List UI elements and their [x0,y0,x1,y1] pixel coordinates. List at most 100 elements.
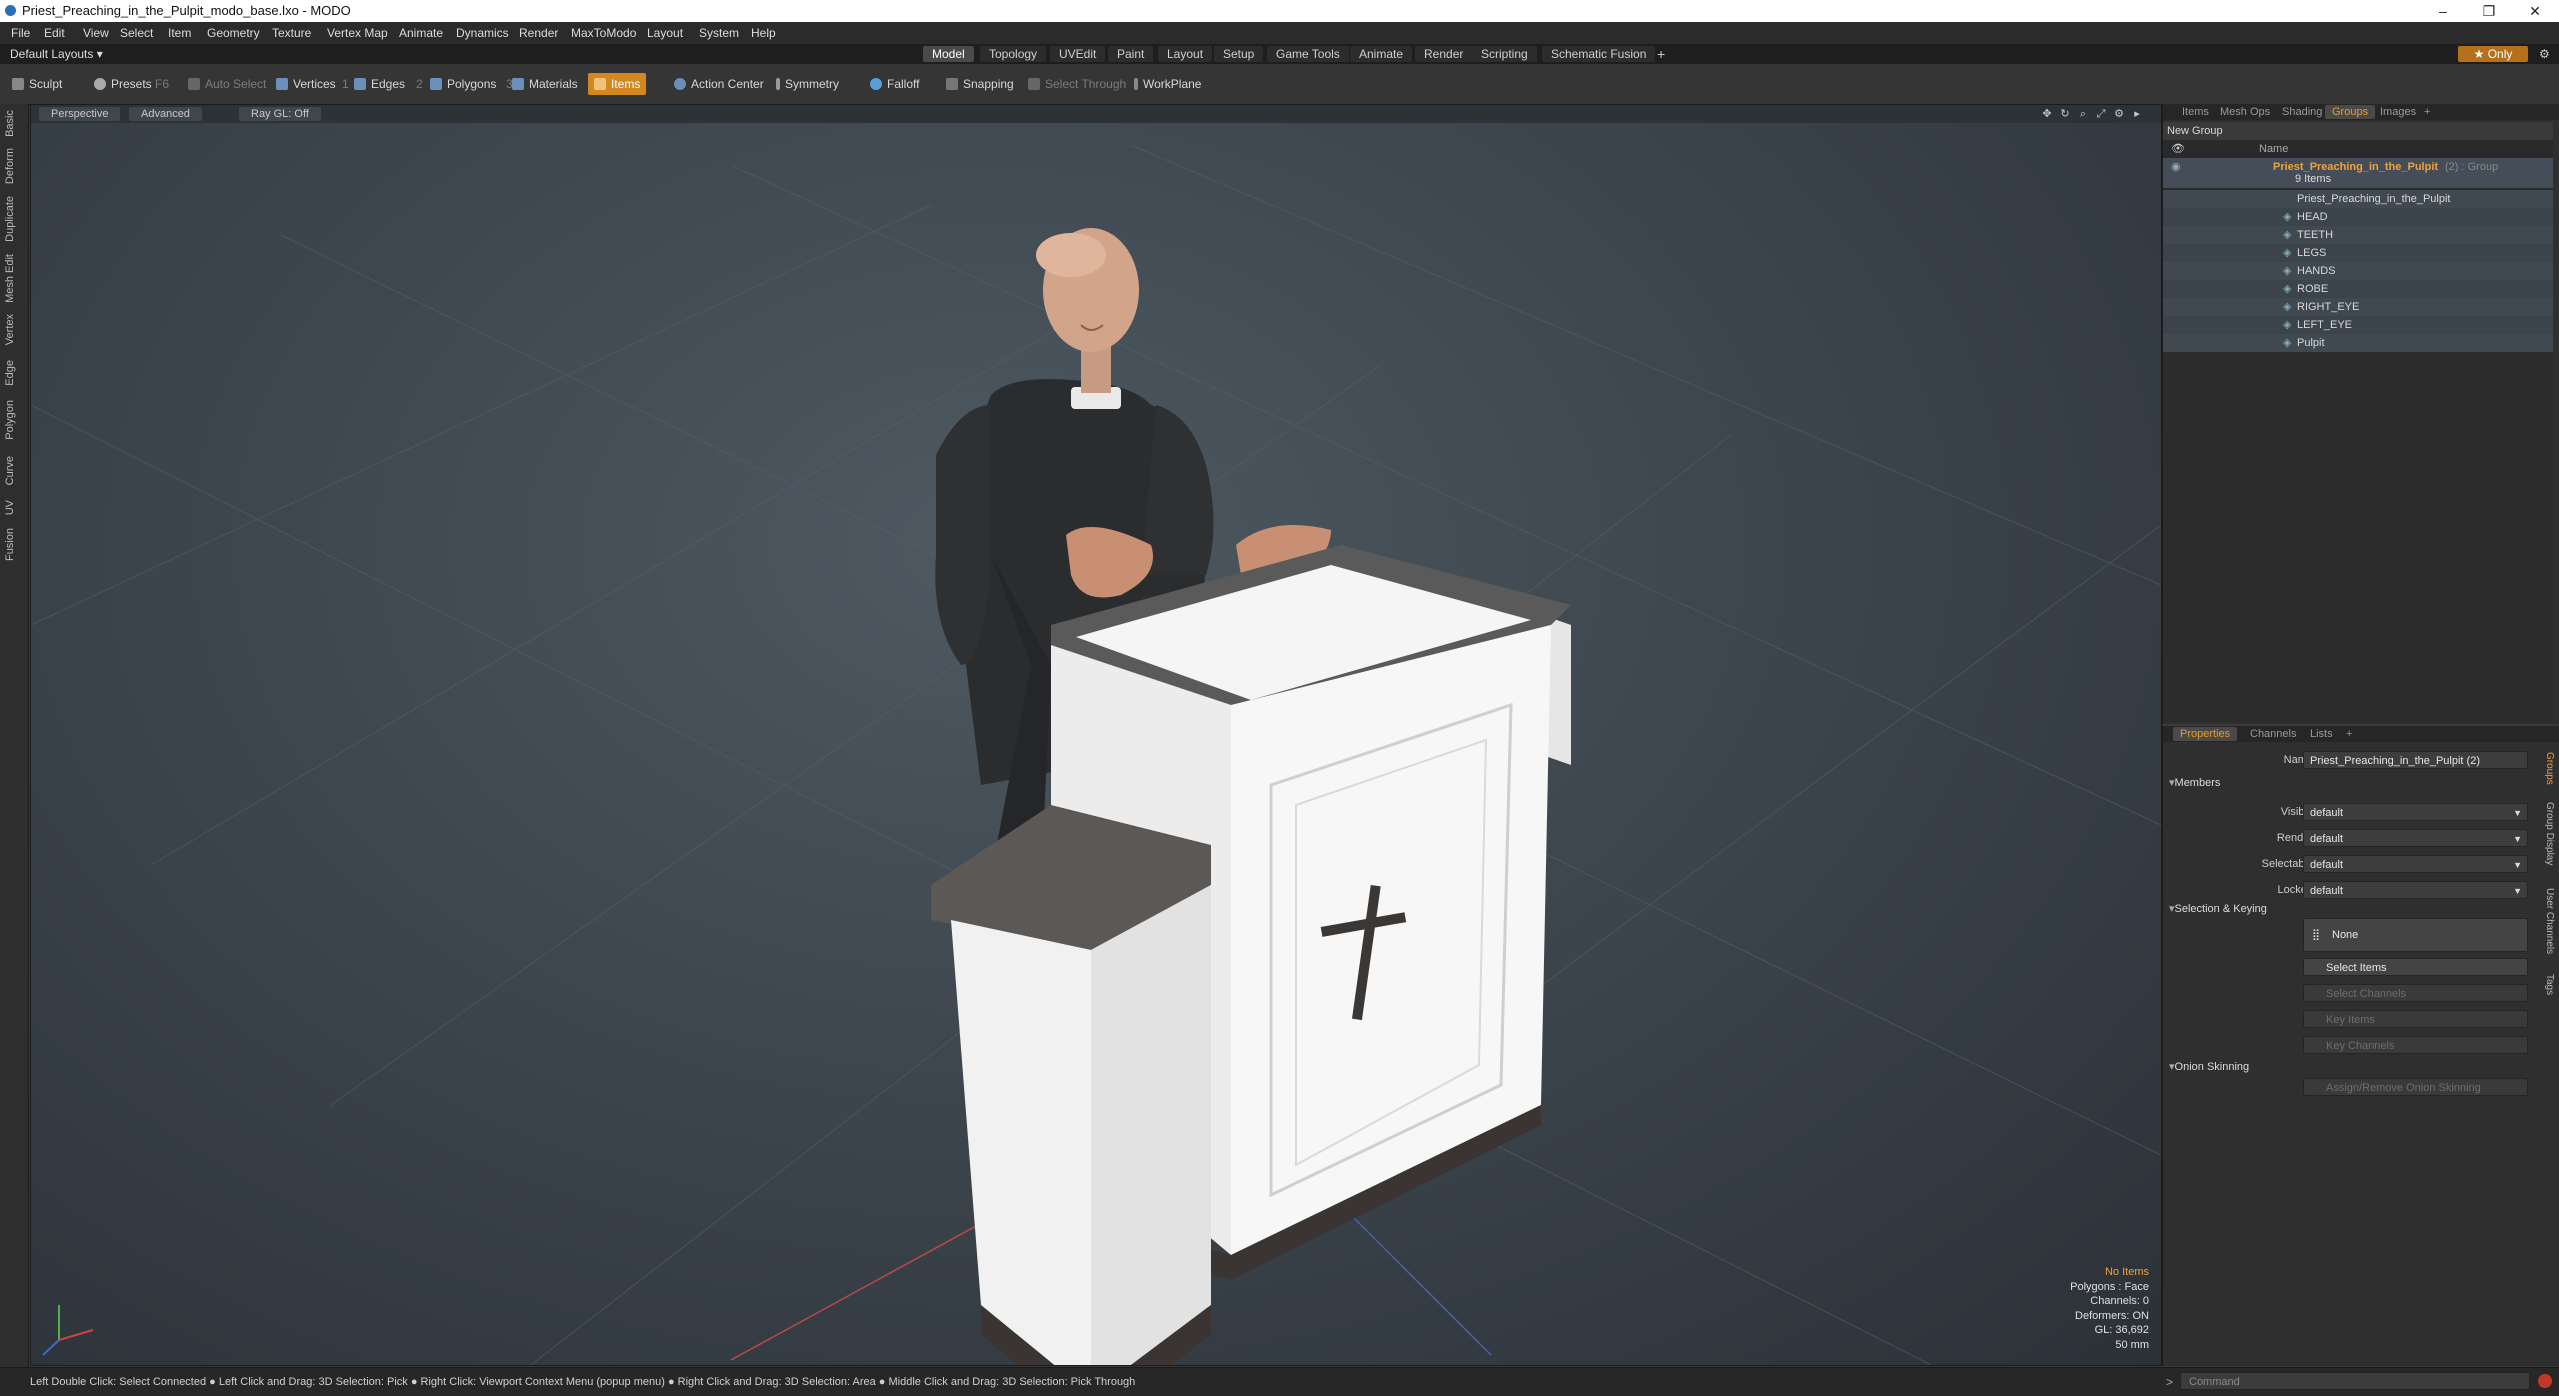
add-tab-button[interactable]: + [1648,46,1674,62]
symmetry-button[interactable]: Symmetry [770,73,845,95]
none-button[interactable]: ⣿ None [2303,918,2528,952]
list-item[interactable]: Priest_Preaching_in_the_Pulpit [2163,190,2553,208]
menu-edit[interactable]: Edit [44,26,65,40]
list-item[interactable]: ◈ LEFT_EYE [2163,316,2553,334]
menu-view[interactable]: View [83,26,109,40]
add-properties-tab[interactable]: + [2339,727,2359,741]
name-field[interactable]: Priest_Preaching_in_the_Pulpit (2) [2303,751,2528,769]
minimize-button[interactable]: – [2420,0,2466,22]
tab-channels[interactable]: Channels [2243,727,2303,741]
select-items-button[interactable]: Select Items [2303,958,2528,976]
tab-schematic-fusion[interactable]: Schematic Fusion [1542,46,1656,62]
3d-viewport[interactable]: Perspective Advanced Ray GL: Off ✥ ↻ ⌕ ⤢… [30,104,2162,1366]
vertices-button[interactable]: Vertices [270,73,342,95]
menu-select[interactable]: Select [120,26,153,40]
tab-duplicate[interactable]: Duplicate [4,196,16,242]
tab-mesh-edit[interactable]: Mesh Edit [4,254,16,303]
select-channels-button[interactable]: Select Channels [2303,984,2528,1002]
sculpt-button[interactable]: Sculpt [6,73,68,95]
selection-keying-section[interactable]: Selection & Keying [2169,902,2267,915]
tab-game-tools[interactable]: Game Tools [1267,46,1349,62]
menu-maxtomodo[interactable]: MaxToModo [571,26,636,40]
key-channels-button[interactable]: Key Channels [2303,1036,2528,1054]
tab-items[interactable]: Items [2175,105,2216,119]
list-item[interactable]: ◈ LEGS [2163,244,2553,262]
polygons-button[interactable]: Polygons [424,73,502,95]
edges-button[interactable]: Edges [348,73,411,95]
selectable-dropdown[interactable]: default ▼ [2303,855,2528,873]
tab-vertex[interactable]: Vertex [4,314,16,345]
list-item[interactable]: ◈ Pulpit [2163,334,2553,352]
menu-layout[interactable]: Layout [647,26,683,40]
tab-curve[interactable]: Curve [4,456,16,485]
materials-button[interactable]: Materials [506,73,584,95]
tab-polygon[interactable]: Polygon [4,400,16,440]
tab-layout[interactable]: Layout [1158,46,1213,62]
tab-uvedit[interactable]: UVEdit [1050,46,1106,62]
onion-skinning-button[interactable]: Assign/Remove Onion Skinning [2303,1078,2528,1096]
tab-shading[interactable]: Shading [2275,105,2329,119]
select-through-button[interactable]: Select Through [1022,73,1132,95]
tab-lists[interactable]: Lists [2303,727,2340,741]
menu-geometry[interactable]: Geometry [207,26,260,40]
list-item[interactable]: ◈ HEAD [2163,208,2553,226]
command-input[interactable]: Command [2180,1372,2530,1390]
menu-animate[interactable]: Animate [399,26,443,40]
auto-select-button[interactable]: Auto Select [182,73,272,95]
snapping-button[interactable]: Snapping [940,73,1020,95]
menu-render[interactable]: Render [519,26,558,40]
side-tab-user-channels[interactable]: User Channels [2544,888,2555,954]
tab-edge[interactable]: Edge [4,360,16,386]
list-item[interactable]: ◈ ROBE [2163,280,2553,298]
workplane-button[interactable]: WorkPlane [1128,73,1207,95]
falloff-button[interactable]: Falloff [864,73,925,95]
maximize-button[interactable]: ❐ [2466,0,2512,22]
visible-dropdown[interactable]: default ▼ [2303,803,2528,821]
menu-system[interactable]: System [699,26,739,40]
menu-file[interactable]: File [11,26,30,40]
tab-setup[interactable]: Setup [1214,46,1264,62]
tab-mesh-ops[interactable]: Mesh Ops [2213,105,2277,119]
tab-topology[interactable]: Topology [980,46,1047,62]
new-group-button[interactable]: New Group [2163,122,2553,140]
presets-button[interactable]: Presets F6 [88,73,175,95]
close-button[interactable]: ✕ [2512,0,2558,22]
tab-deform[interactable]: Deform [4,148,16,184]
side-tab-tags[interactable]: Tags [2544,974,2555,995]
tab-uv[interactable]: UV [4,500,16,515]
locked-dropdown[interactable]: default ▼ [2303,881,2528,899]
menu-item[interactable]: Item [168,26,191,40]
menu-vertex-map[interactable]: Vertex Map [327,26,388,40]
members-section[interactable]: Members [2169,776,2221,789]
render-dropdown[interactable]: default ▼ [2303,829,2528,847]
side-tab-group-display[interactable]: Group Display [2544,802,2555,865]
tab-paint[interactable]: Paint [1108,46,1154,62]
menu-help[interactable]: Help [751,26,776,40]
list-item[interactable]: ◈ HANDS [2163,262,2553,280]
side-tab-groups[interactable]: Groups [2544,752,2555,785]
default-layouts-dropdown[interactable]: Default Layouts ▾ [10,47,103,61]
tab-properties[interactable]: Properties [2173,727,2238,741]
add-panel-tab[interactable]: + [2417,105,2437,119]
list-item[interactable]: ◈ RIGHT_EYE [2163,298,2553,316]
items-button[interactable]: Items [588,73,647,95]
gear-icon[interactable]: ⚙ [2530,46,2559,62]
menu-dynamics[interactable]: Dynamics [456,26,509,40]
tab-fusion[interactable]: Fusion [4,528,16,561]
key-items-button[interactable]: Key Items [2303,1010,2528,1028]
tab-render[interactable]: Render [1415,46,1473,62]
record-icon[interactable] [2538,1374,2552,1388]
tab-basic[interactable]: Basic [4,110,16,137]
tab-groups[interactable]: Groups [2325,105,2376,119]
list-item[interactable]: ◈ TEETH [2163,226,2553,244]
tab-scripting[interactable]: Scripting [1472,46,1537,62]
onion-skinning-section[interactable]: Onion Skinning [2169,1060,2250,1073]
group-row[interactable]: ◉ Priest_Preaching_in_the_Pulpit (2) : G… [2163,158,2553,188]
visibility-toggle[interactable]: ◉ [2171,158,2181,176]
menu-texture[interactable]: Texture [272,26,311,40]
tab-animate[interactable]: Animate [1350,46,1413,62]
action-center-button[interactable]: Action Center [668,73,770,95]
only-toggle[interactable]: ★ Only [2458,46,2528,62]
tab-images[interactable]: Images [2373,105,2423,119]
tab-model[interactable]: Model [923,46,974,62]
